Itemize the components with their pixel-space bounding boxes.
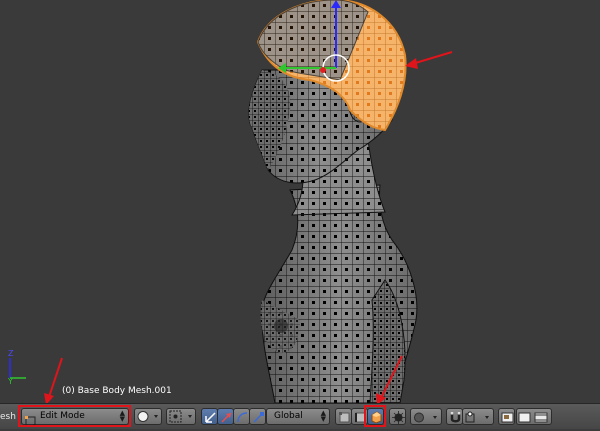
opengl-render-image-icon	[501, 412, 514, 423]
render-image-button[interactable]	[498, 408, 515, 425]
vertex-select-icon	[339, 412, 350, 423]
annotation-box-mode	[18, 405, 131, 427]
manipulator-toggle-button[interactable]	[201, 408, 218, 425]
annotation-arrow-scalp	[405, 51, 453, 69]
solid-sphere-icon	[137, 411, 158, 422]
snap-element-icon	[465, 411, 489, 423]
pivot-point-dropdown[interactable]	[166, 408, 196, 425]
viewport-canvas[interactable]: Y Z	[0, 0, 600, 403]
axis-z-label: Z	[8, 349, 14, 358]
manipulator-toggle-icon	[205, 412, 216, 423]
pivot-point-icon	[169, 410, 192, 423]
3d-viewport[interactable]: Y Z (0) Base Body Mesh.001	[0, 0, 600, 403]
limit-selection-to-visible-icon	[392, 411, 405, 424]
limit-selection-visible-button[interactable]	[389, 408, 406, 425]
transform-orientation-dropdown[interactable]: Global ▲ ▼	[266, 408, 330, 425]
snap-element-dropdown[interactable]	[462, 408, 494, 425]
scale-manipulator-button[interactable]	[249, 408, 266, 425]
render-animation-button[interactable]	[516, 408, 552, 425]
viewport-header: esh Edit Mode ▲ ▼ Global ▲ ▼	[0, 403, 600, 429]
proportional-editing-dropdown[interactable]	[410, 408, 442, 425]
axis-y-label: Y	[7, 377, 13, 386]
translate-manipulator-button[interactable]	[217, 408, 234, 425]
annotation-box-face-select	[364, 405, 386, 427]
dropdown-arrows-icon: ▲ ▼	[320, 409, 326, 423]
rotate-manipulator-button[interactable]	[233, 408, 250, 425]
translate-arrow-icon	[221, 412, 232, 423]
snap-magnet-icon	[450, 412, 461, 423]
opengl-render-animation-icon	[518, 412, 548, 423]
vertex-select-button[interactable]	[335, 408, 352, 425]
active-object-label: (0) Base Body Mesh.001	[62, 386, 172, 396]
snap-toggle-button[interactable]	[446, 408, 463, 425]
viewport-shading-dropdown[interactable]	[134, 408, 162, 425]
transform-orientation-value: Global	[274, 411, 303, 421]
proportional-edit-icon	[414, 412, 437, 423]
rotate-arc-icon	[237, 412, 248, 423]
annotation-arrow-mode	[44, 357, 63, 403]
axis-gizmo: Y Z	[7, 349, 26, 386]
editor-type-label: esh	[0, 412, 16, 422]
scale-icon	[253, 412, 264, 423]
